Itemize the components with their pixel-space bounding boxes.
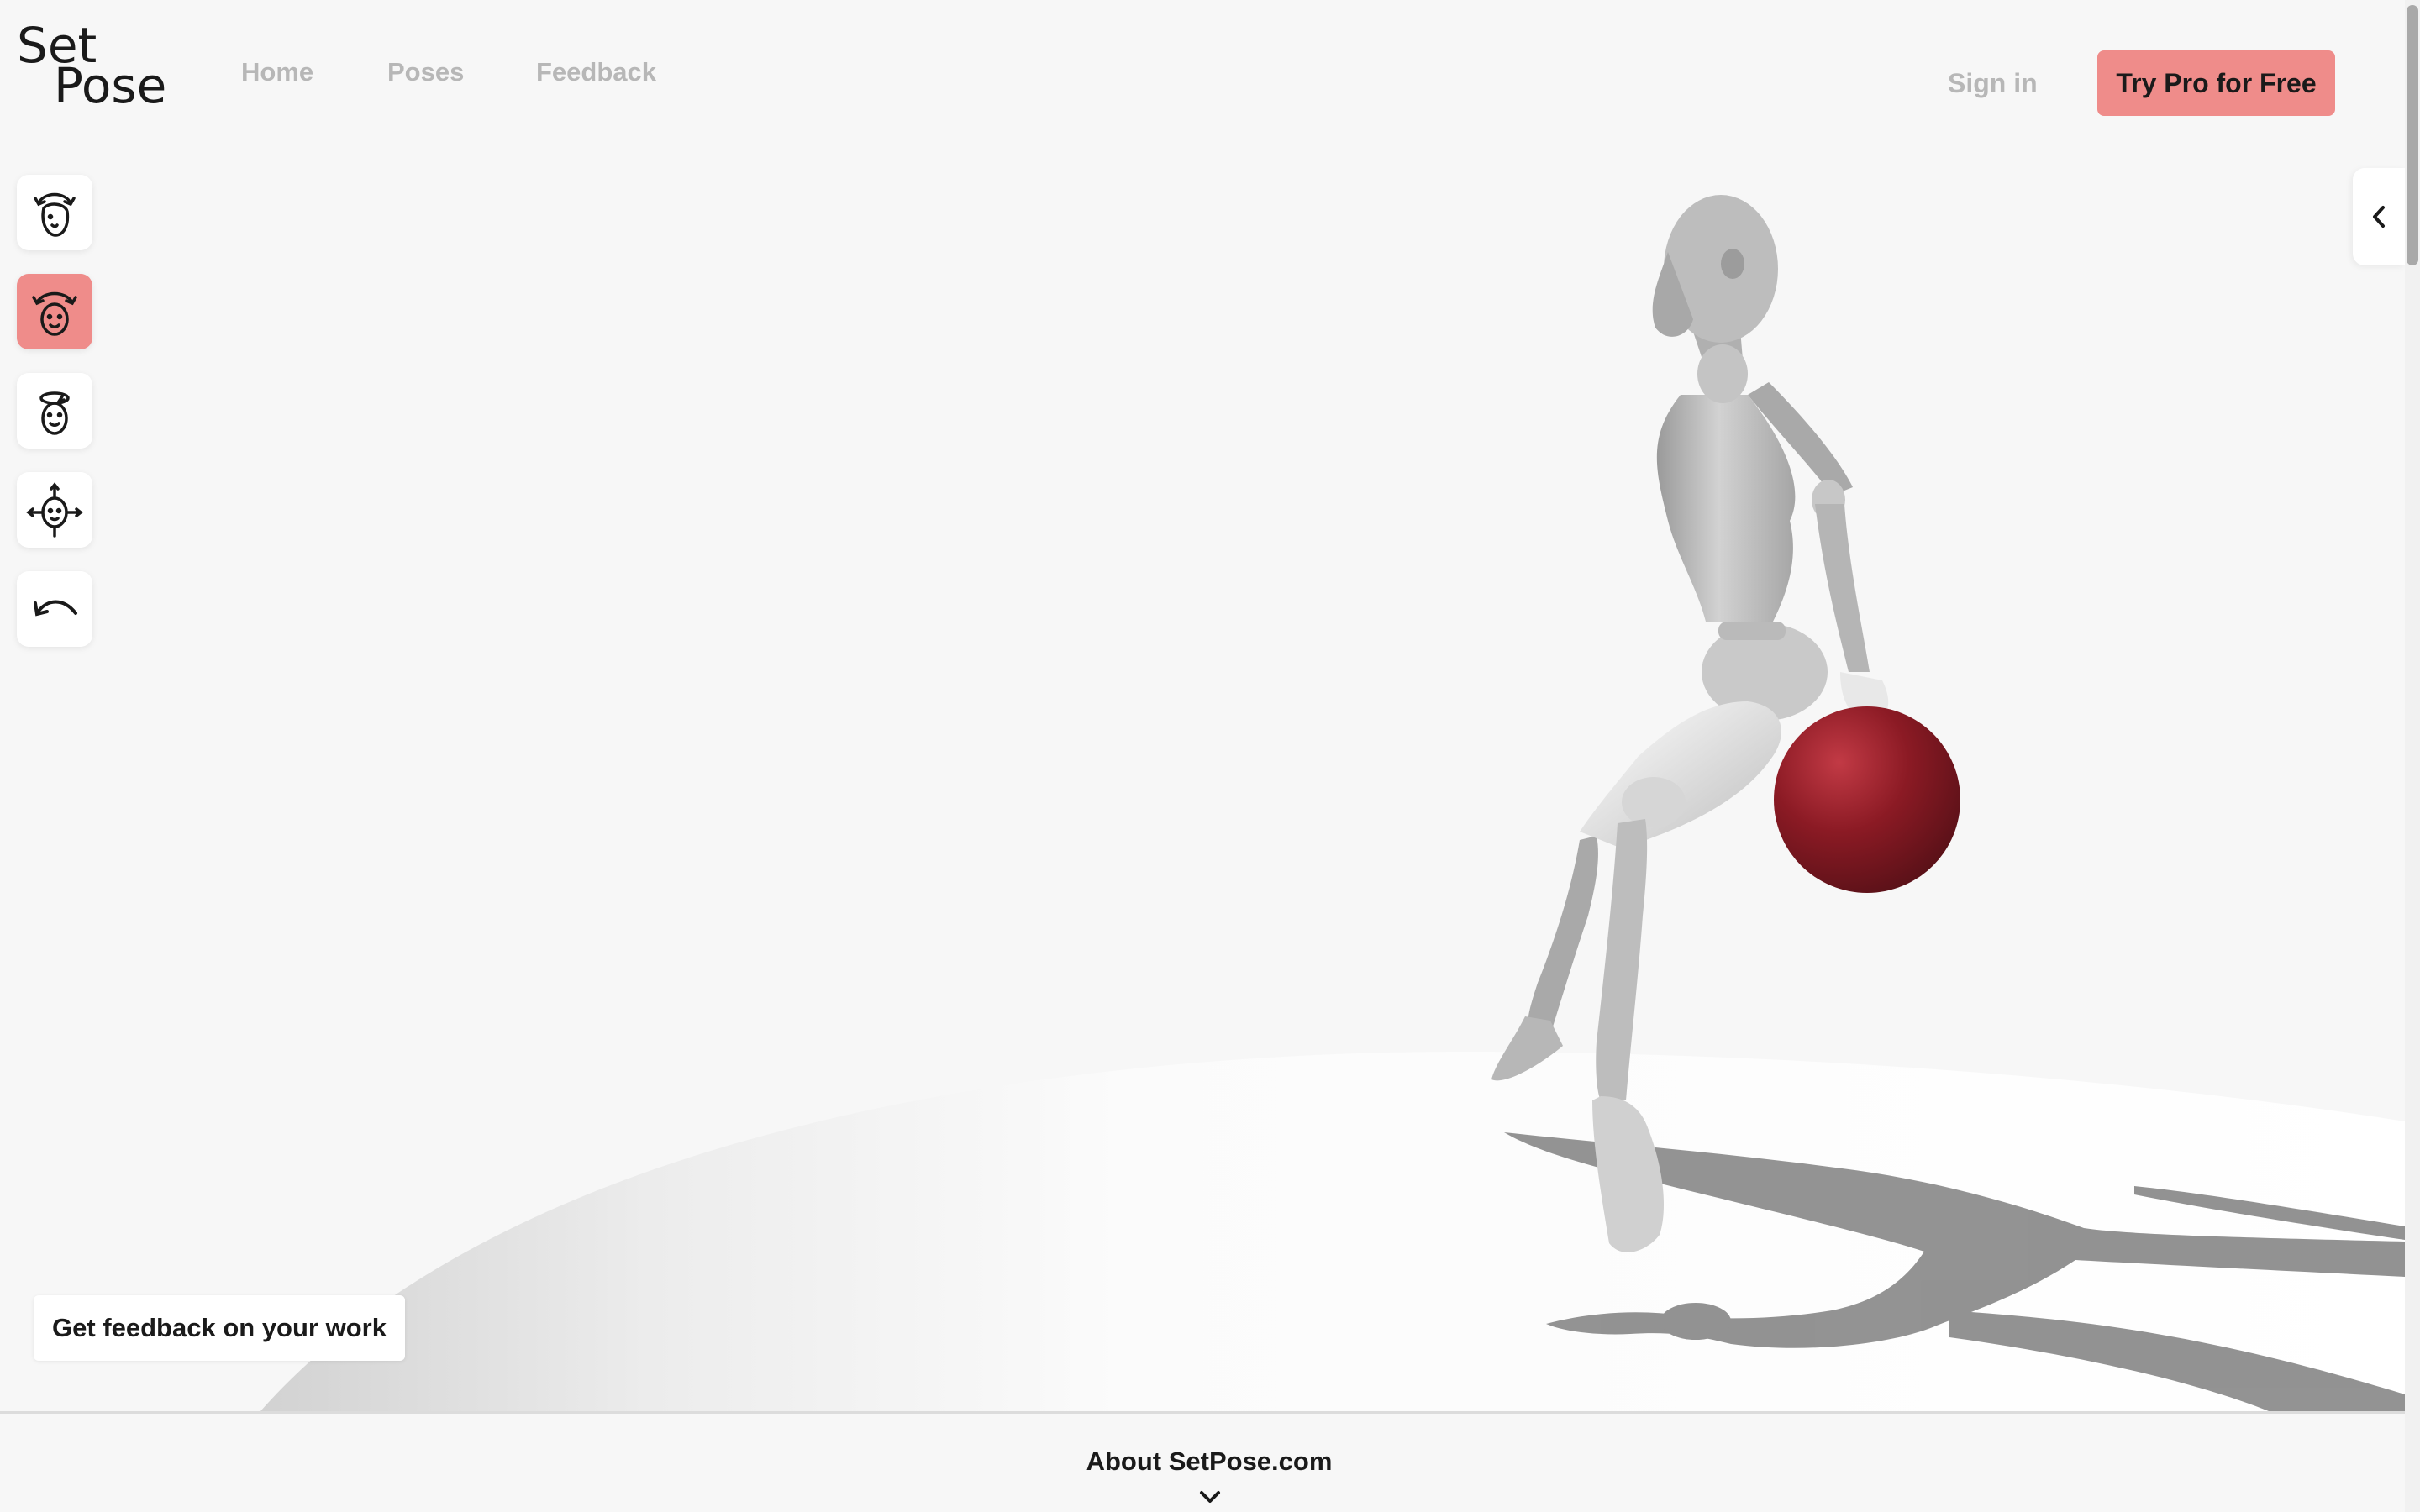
move-icon — [26, 482, 83, 538]
scrollbar-thumb[interactable] — [2407, 5, 2418, 265]
rotate-head-button[interactable] — [17, 175, 92, 250]
rotate-body-button[interactable] — [17, 274, 92, 349]
move-button[interactable] — [17, 472, 92, 548]
tilt-head-button[interactable] — [17, 373, 92, 449]
undo-button[interactable] — [17, 571, 92, 647]
chevron-down-icon[interactable] — [1198, 1488, 1222, 1505]
undo-icon — [34, 600, 77, 617]
rotate-body-icon — [32, 291, 77, 336]
about-link[interactable]: About SetPose.com — [0, 1446, 2418, 1477]
ball-prop[interactable] — [1774, 706, 1960, 893]
scene-3d[interactable] — [0, 0, 2405, 1411]
chevron-left-icon — [2373, 206, 2385, 228]
setpose-logo[interactable]: Set Pose — [15, 15, 188, 118]
nav-home[interactable]: Home — [241, 57, 313, 87]
nav-feedback[interactable]: Feedback — [536, 57, 656, 87]
sign-in-link[interactable]: Sign in — [1948, 67, 2038, 99]
pose-canvas[interactable] — [0, 0, 2405, 1411]
panel-toggle-button[interactable] — [2353, 168, 2405, 265]
get-feedback-button[interactable]: Get feedback on your work — [34, 1295, 405, 1361]
rotate-head-icon — [34, 192, 76, 237]
tilt-head-icon — [39, 391, 70, 435]
logo-bottom-text: Pose — [54, 57, 166, 114]
try-pro-button[interactable]: Try Pro for Free — [2097, 50, 2335, 116]
setpose-app: Set Pose Home Poses Feedback Sign in Try… — [0, 0, 2420, 1512]
nav-poses[interactable]: Poses — [387, 57, 464, 87]
